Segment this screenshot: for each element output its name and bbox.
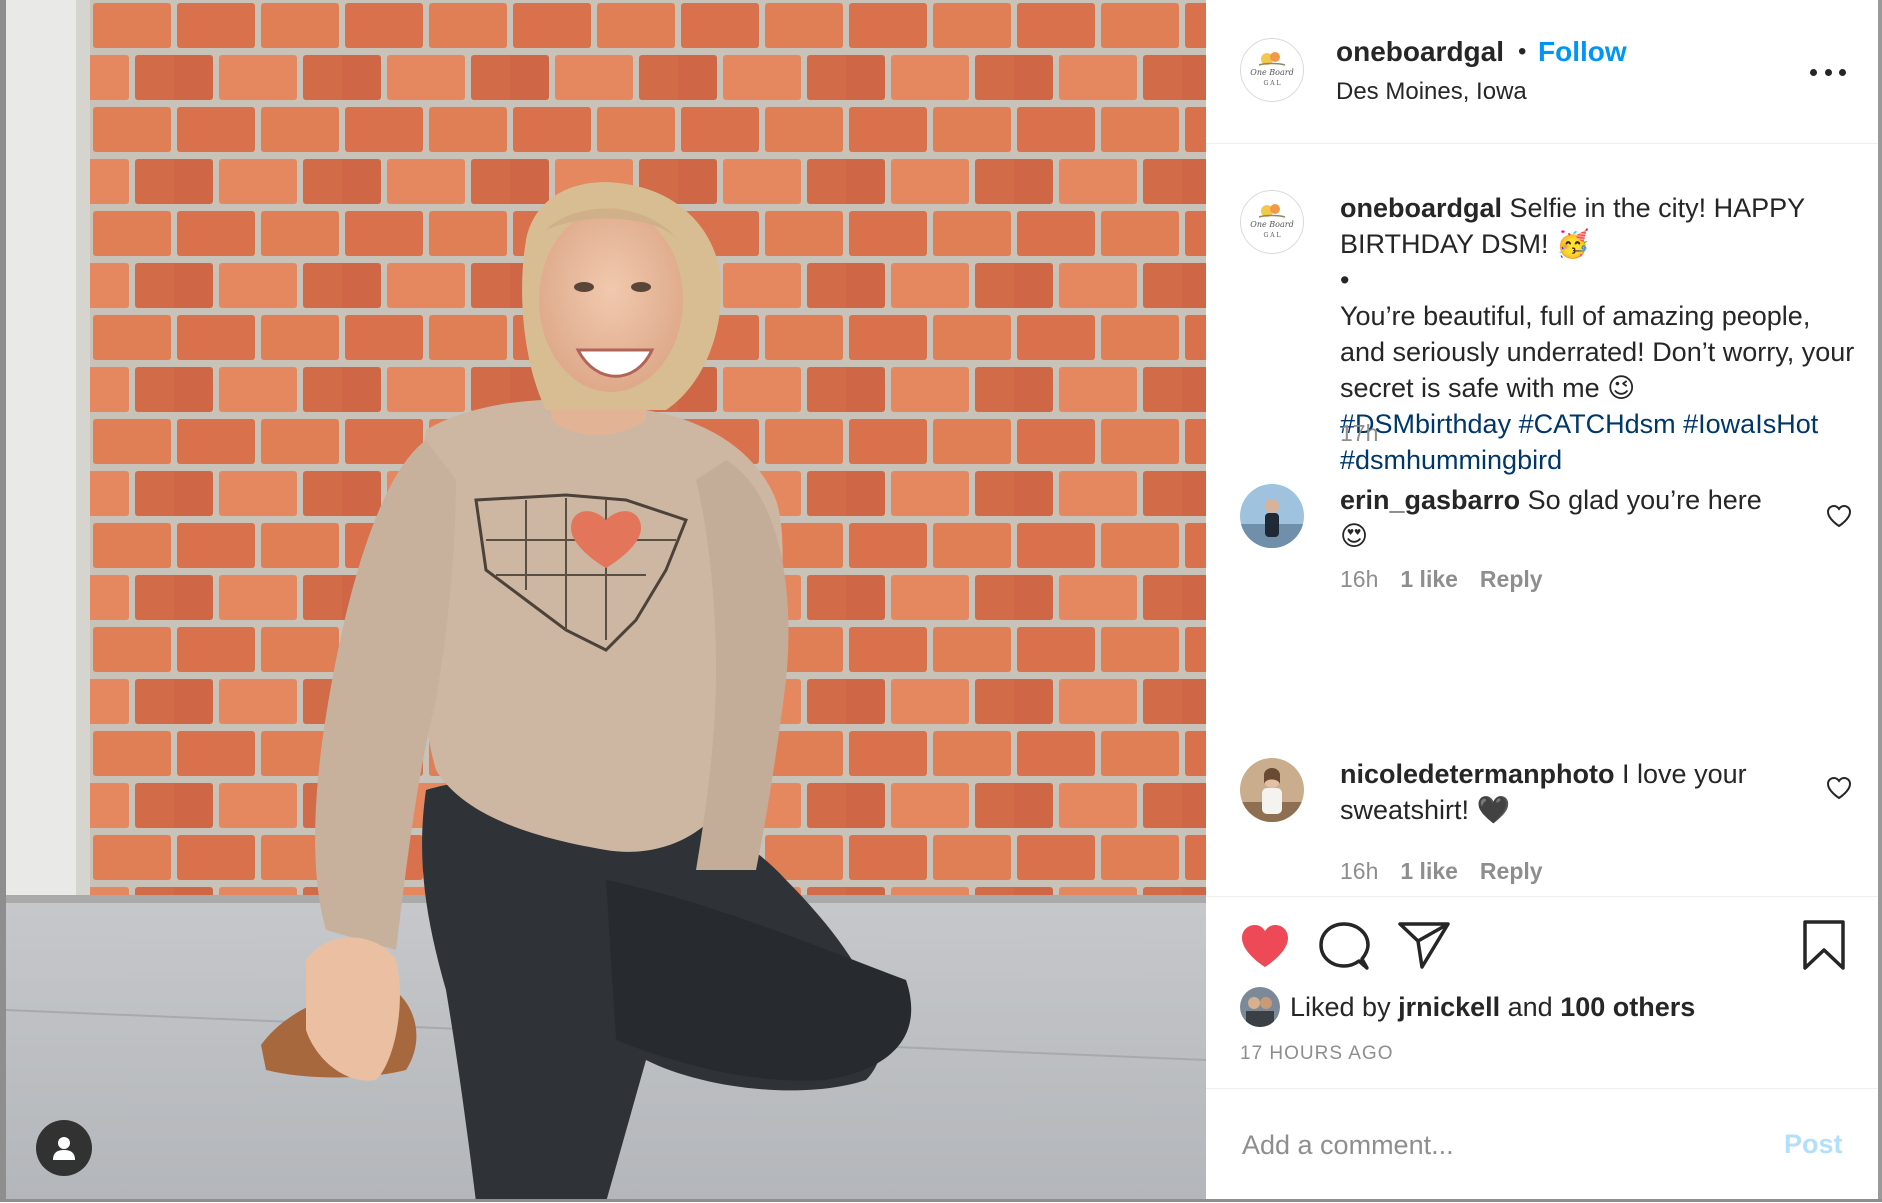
avatar-photo-image	[1240, 484, 1304, 548]
more-dot	[1839, 68, 1846, 76]
hashtag-link[interactable]: #IowaIsHot	[1683, 409, 1818, 439]
likes-summary: Liked by jrnickell and 100 others	[1240, 987, 1695, 1027]
comment-meta: 16h 1 like Reply	[1340, 566, 1543, 593]
caption-username[interactable]: oneboardgal	[1340, 193, 1502, 223]
more-options-icon[interactable]	[1810, 64, 1846, 80]
more-dot	[1810, 68, 1817, 76]
window-right-edge	[1878, 0, 1882, 1202]
comment-likes[interactable]: 1 like	[1400, 858, 1458, 885]
more-dot	[1824, 68, 1832, 76]
logo-subtext: G A L	[1264, 232, 1281, 239]
comment-time[interactable]: 16h	[1340, 566, 1378, 593]
reply-button[interactable]: Reply	[1480, 858, 1543, 885]
hashtag-link[interactable]: #dsmhummingbird	[1340, 445, 1562, 475]
photo-illustration	[6, 0, 1206, 1202]
brand-logo-icon: One Board G A L	[1250, 52, 1294, 87]
likes-others-link[interactable]: 100 others	[1560, 992, 1695, 1023]
location-link[interactable]: Des Moines, Iowa	[1336, 78, 1527, 106]
account-avatar[interactable]: One Board G A L	[1240, 38, 1304, 102]
post-photo[interactable]	[6, 0, 1206, 1202]
caption-body: You’re beautiful, full of amazing people…	[1340, 301, 1855, 403]
logo-text: One Board	[1250, 68, 1293, 77]
caption-bullet: •	[1340, 265, 1350, 295]
brand-logo-icon: One Board G A L	[1250, 204, 1294, 239]
logo-subtext: G A L	[1264, 80, 1281, 87]
comment-body: erin_gasbarro So glad you’re here 😍	[1340, 482, 1770, 554]
commenter-avatar[interactable]	[1240, 484, 1304, 548]
logo-text: One Board	[1250, 220, 1293, 229]
comment-input[interactable]	[1240, 1119, 1744, 1171]
user-icon	[53, 1137, 75, 1160]
comment-likes[interactable]: 1 like	[1400, 566, 1458, 593]
post-comment-button[interactable]: Post	[1784, 1129, 1843, 1160]
post-actions: Liked by jrnickell and 100 others 17 HOU…	[1206, 896, 1878, 1087]
commenter-avatar[interactable]	[1240, 758, 1304, 822]
post-side-panel: One Board G A L oneboardgal • Follow Des…	[1206, 0, 1878, 1202]
header-separator: •	[1518, 38, 1527, 65]
hashtag-link[interactable]: #CATCHdsm	[1519, 409, 1676, 439]
header-username[interactable]: oneboardgal	[1336, 36, 1504, 68]
save-bookmark-icon[interactable]	[1802, 919, 1846, 971]
likes-middle: and	[1500, 991, 1561, 1022]
share-paper-plane-icon[interactable]	[1398, 921, 1450, 969]
tagged-users-button[interactable]	[36, 1120, 92, 1176]
avatar-photo-image	[1240, 987, 1280, 1027]
post-caption: oneboardgal Selfie in the city! HAPPY BI…	[1340, 190, 1860, 478]
liker-avatar[interactable]	[1240, 987, 1280, 1027]
comment-time[interactable]: 16h	[1340, 858, 1378, 885]
comment-like-heart-icon[interactable]	[1826, 504, 1852, 528]
caption-time[interactable]: 17h	[1340, 420, 1378, 447]
comment-username[interactable]: erin_gasbarro	[1340, 485, 1520, 515]
comment-meta: 16h 1 like Reply	[1340, 858, 1543, 885]
comment-username[interactable]: nicoledetermanphoto	[1340, 759, 1615, 789]
likes-prefix: Liked by	[1290, 991, 1399, 1022]
add-comment-bar: Post	[1206, 1088, 1878, 1203]
liker-username[interactable]: jrnickell	[1398, 992, 1500, 1023]
avatar-photo-image	[1240, 758, 1304, 822]
caption-meta: 17h	[1340, 420, 1378, 447]
reply-button[interactable]: Reply	[1480, 566, 1543, 593]
like-heart-filled-icon[interactable]	[1240, 923, 1290, 969]
post-header: One Board G A L oneboardgal • Follow Des…	[1206, 0, 1878, 144]
comment-body: nicoledetermanphoto I love your sweatshi…	[1340, 756, 1770, 828]
comment-icon[interactable]	[1318, 921, 1370, 971]
comments-list[interactable]: One Board G A L oneboardgal Selfie in th…	[1206, 144, 1878, 896]
follow-button[interactable]: Follow	[1538, 36, 1627, 68]
post-timestamp[interactable]: 17 HOURS AGO	[1240, 1043, 1394, 1065]
caption-avatar[interactable]: One Board G A L	[1240, 190, 1304, 254]
comment-like-heart-icon[interactable]	[1826, 776, 1852, 800]
